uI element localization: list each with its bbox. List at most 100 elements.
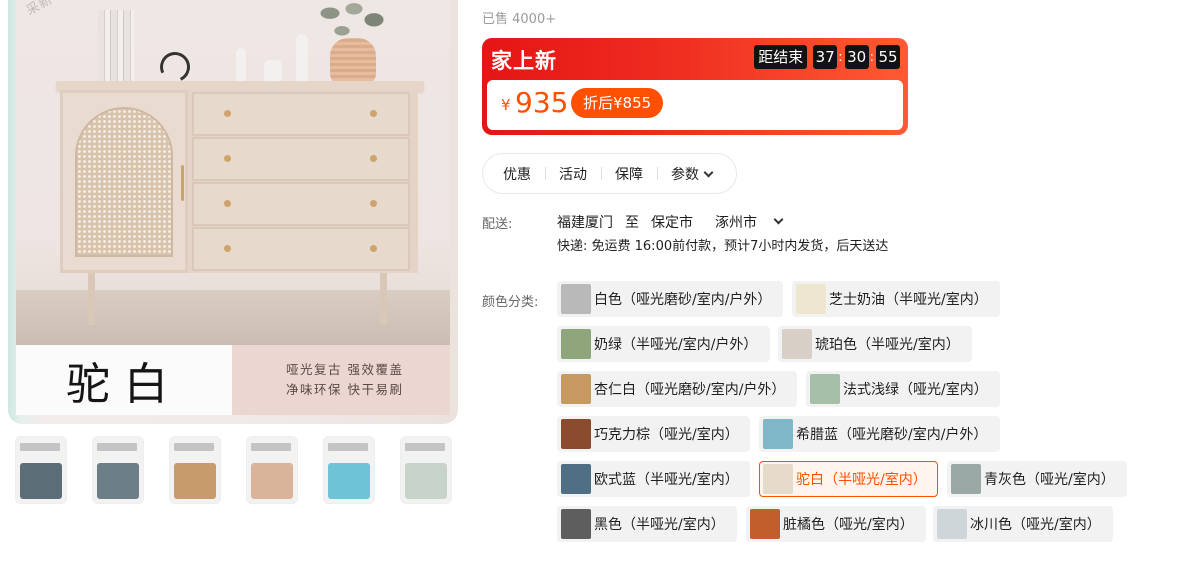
shipping-detail: 快递: 免运费 16:00前付款，预计7小时内发货，后天送达 bbox=[557, 239, 889, 254]
color-option-label: 法式浅绿（哑光/室内） bbox=[843, 382, 988, 398]
info-tabs: 优惠 活动 保障 参数 bbox=[482, 153, 737, 194]
color-options-label: 颜色分类: bbox=[482, 295, 539, 310]
thumbnail-item[interactable] bbox=[323, 436, 375, 504]
shipping-label: 配送: bbox=[482, 217, 513, 232]
color-option-label: 脏橘色（哑光/室内） bbox=[783, 517, 914, 533]
tab-params[interactable]: 参数 bbox=[657, 164, 726, 184]
color-option-label: 奶绿（半哑光/室内/户外） bbox=[594, 337, 758, 353]
thumbnail-item[interactable] bbox=[92, 436, 144, 504]
cabinet-leg bbox=[380, 273, 387, 325]
cactus-decor bbox=[236, 48, 246, 84]
thumbnail-caption bbox=[405, 443, 445, 451]
price-value: 935 bbox=[515, 86, 569, 119]
promo-title: 家上新 bbox=[491, 49, 557, 73]
color-option[interactable]: 驼白（半哑光/室内） bbox=[759, 461, 938, 497]
color-option[interactable]: 法式浅绿（哑光/室内） bbox=[806, 371, 1000, 407]
tab-discounts[interactable]: 优惠 bbox=[503, 164, 545, 184]
color-option[interactable]: 青灰色（哑光/室内） bbox=[947, 461, 1127, 497]
after-discount-badge: 折后¥855 bbox=[571, 88, 664, 118]
countdown-minutes: 30 bbox=[844, 45, 869, 69]
thumbnail-item[interactable] bbox=[169, 436, 221, 504]
thumbnail-strip bbox=[15, 436, 455, 504]
currency-symbol: ¥ bbox=[501, 96, 511, 114]
cabinet-drawer bbox=[192, 182, 410, 226]
color-option[interactable]: 希腊蓝（哑光磨砂/室内/户外） bbox=[759, 416, 1000, 452]
thumbnail-picture bbox=[405, 463, 447, 499]
color-option-label: 巧克力棕（哑光/室内） bbox=[594, 427, 739, 443]
ship-to-city[interactable]: 保定市 bbox=[651, 212, 693, 232]
countdown-label: 距结束 bbox=[754, 45, 808, 69]
thumbnail-picture bbox=[328, 463, 370, 499]
chevron-down-icon[interactable] bbox=[773, 214, 784, 224]
color-option-label: 琥珀色（半哑光/室内） bbox=[815, 337, 960, 353]
color-option[interactable]: 欧式蓝（半哑光/室内） bbox=[557, 461, 750, 497]
cabinet-drawer bbox=[192, 92, 410, 136]
tab-activities[interactable]: 活动 bbox=[545, 164, 601, 184]
countdown-seconds: 55 bbox=[876, 45, 900, 69]
color-option[interactable]: 冰川色（哑光/室内） bbox=[933, 506, 1113, 542]
tab-params-label: 参数 bbox=[671, 166, 699, 183]
price-panel: ¥ 935 折后¥855 bbox=[487, 80, 903, 130]
color-swatch bbox=[561, 419, 591, 449]
thumbnail-picture bbox=[97, 463, 139, 499]
ship-to-word: 至 bbox=[625, 215, 639, 231]
color-option[interactable]: 奶绿（半哑光/室内/户外） bbox=[557, 326, 770, 362]
countdown-timer: 距结束 37 : 30 : 55 bbox=[754, 45, 900, 69]
ship-from: 福建厦门 bbox=[557, 215, 613, 231]
banner-title: 驼白 bbox=[66, 359, 182, 410]
shipping-route: 福建厦门 至 保定市 涿州市 bbox=[557, 212, 794, 232]
banner-line-2: 净味环保 快干易刷 bbox=[286, 382, 404, 397]
color-option-label: 芝士奶油（半哑光/室内） bbox=[829, 292, 988, 308]
color-option[interactable]: 脏橘色（哑光/室内） bbox=[746, 506, 926, 542]
color-option[interactable]: 杏仁白（哑光磨砂/室内/户外） bbox=[557, 371, 797, 407]
rattan-panel bbox=[75, 107, 173, 257]
color-swatch bbox=[763, 464, 793, 494]
cabinet-rattan-door bbox=[60, 90, 188, 273]
color-option-label: 白色（哑光磨砂/室内/户外） bbox=[594, 292, 772, 308]
color-option[interactable]: 黑色（半哑光/室内） bbox=[557, 506, 737, 542]
door-handle bbox=[181, 165, 184, 201]
color-option-label: 冰川色（哑光/室内） bbox=[970, 517, 1101, 533]
thumbnail-picture bbox=[174, 463, 216, 499]
banner-color-name: 驼白 bbox=[16, 345, 232, 415]
promo-banner: 家上新 距结束 37 : 30 : 55 ¥ 935 折后¥855 bbox=[482, 38, 908, 135]
tab-guarantee[interactable]: 保障 bbox=[601, 164, 657, 184]
image-banner: 驼白 哑光复古 强效覆盖 净味环保 快干易刷 bbox=[16, 345, 450, 415]
thumbnail-item[interactable] bbox=[246, 436, 298, 504]
cactus-decor bbox=[296, 34, 308, 84]
books-decor bbox=[98, 10, 134, 84]
countdown-hours: 37 bbox=[813, 45, 838, 69]
color-option[interactable]: 白色（哑光磨砂/室内/户外） bbox=[557, 281, 783, 317]
color-swatch bbox=[561, 329, 591, 359]
countdown-separator: : bbox=[869, 49, 874, 65]
color-swatch bbox=[561, 374, 591, 404]
thumbnail-caption bbox=[20, 443, 60, 451]
countdown-separator: : bbox=[838, 49, 843, 65]
thumbnail-caption bbox=[97, 443, 137, 451]
color-option[interactable]: 巧克力棕（哑光/室内） bbox=[557, 416, 750, 452]
sold-count: 已售 4000+ bbox=[482, 12, 557, 27]
main-product-image[interactable]: 采新 乐木漆 驿 驼白 哑光复古 强效覆盖 净味环保 快干易刷 bbox=[8, 0, 458, 424]
color-option-label: 驼白（半哑光/室内） bbox=[796, 472, 927, 488]
thumbnail-item[interactable] bbox=[400, 436, 452, 504]
cabinet-drawer bbox=[192, 137, 410, 181]
color-swatch bbox=[782, 329, 812, 359]
color-swatch bbox=[750, 509, 780, 539]
ship-to-district[interactable]: 涿州市 bbox=[715, 212, 757, 232]
color-swatch bbox=[763, 419, 793, 449]
color-swatch bbox=[796, 284, 826, 314]
color-swatch bbox=[951, 464, 981, 494]
vase-decor bbox=[330, 38, 376, 84]
color-option-label: 希腊蓝（哑光磨砂/室内/户外） bbox=[796, 427, 988, 443]
thumbnail-item[interactable] bbox=[15, 436, 67, 504]
color-option-label: 黑色（半哑光/室内） bbox=[594, 517, 725, 533]
color-option[interactable]: 芝士奶油（半哑光/室内） bbox=[792, 281, 1000, 317]
thumbnail-caption bbox=[251, 443, 291, 451]
color-option-label: 杏仁白（哑光磨砂/室内/户外） bbox=[594, 382, 786, 398]
thumbnail-picture bbox=[251, 463, 293, 499]
thumbnail-caption bbox=[174, 443, 214, 451]
color-option[interactable]: 琥珀色（半哑光/室内） bbox=[778, 326, 972, 362]
cabinet-leg bbox=[88, 273, 95, 325]
banner-features: 哑光复古 强效覆盖 净味环保 快干易刷 bbox=[232, 345, 450, 415]
color-swatch bbox=[561, 284, 591, 314]
